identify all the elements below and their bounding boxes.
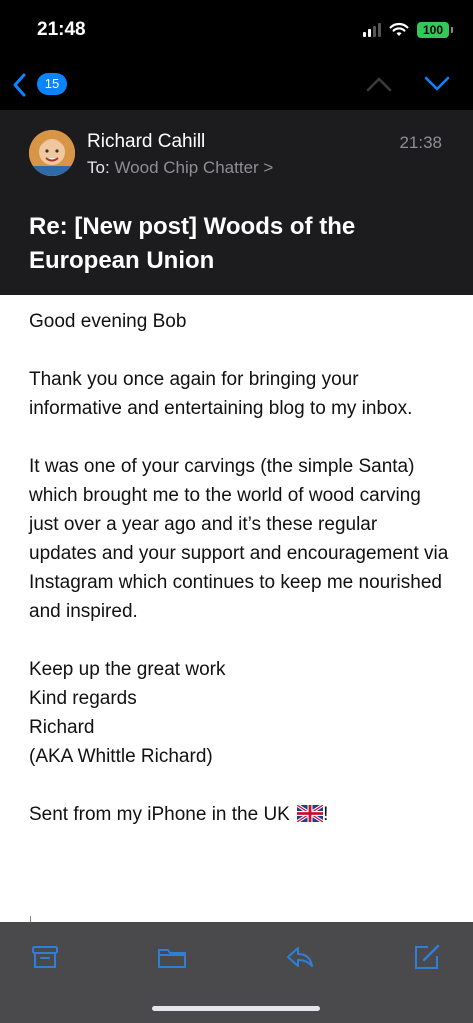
body-paragraph: Thank you once again for bringing your i… [29,369,413,419]
greeting: Good evening Bob [29,311,187,332]
avatar-image [29,130,75,176]
back-chevron-icon[interactable] [10,72,30,98]
mail-body: Good evening Bob Thank you once again fo… [29,307,449,829]
uk-flag-icon [297,805,324,822]
closing-line: Richard [29,717,95,738]
mail-time: 21:38 [399,133,442,152]
signature-text: Sent from my iPhone in the UK [29,804,290,825]
body-paragraph: It was one of your carvings (the simple … [29,456,449,622]
battery-icon: 100 [417,22,453,38]
sender-name[interactable]: Richard Cahill [87,131,205,153]
to-label: To: [87,158,110,177]
mail-header: Richard Cahill 21:38 To: Wood Chip Chatt… [0,110,473,295]
signal-icon [363,23,381,37]
mail-subject: Re: [New post] Woods of the European Uni… [29,213,356,274]
avatar[interactable] [29,130,75,176]
compose-icon[interactable] [412,942,442,972]
status-time: 21:48 [37,19,86,40]
to-line: To: Wood Chip Chatter > [87,158,273,178]
home-indicator[interactable] [152,1006,320,1011]
wifi-icon [389,22,409,36]
reply-icon[interactable] [285,942,315,972]
closing-line: Keep up the great work [29,659,226,680]
signature-end: ! [323,804,329,825]
signature-line: Sent from my iPhone in the UK ! [29,800,449,829]
back-count-badge[interactable]: 15 [37,73,67,95]
closing-line: (AKA Whittle Richard) [29,746,213,767]
status-icons: 100 [363,20,453,40]
nav-bar: 15 [0,60,473,110]
folder-icon[interactable] [157,942,187,972]
recipient-link[interactable]: Wood Chip Chatter > [114,158,273,177]
closing-line: Kind regards [29,688,137,709]
status-bar: 21:48 100 [0,0,473,60]
chevron-down-icon[interactable] [423,74,451,94]
chevron-up-icon [366,77,392,92]
archive-icon[interactable] [30,942,60,972]
